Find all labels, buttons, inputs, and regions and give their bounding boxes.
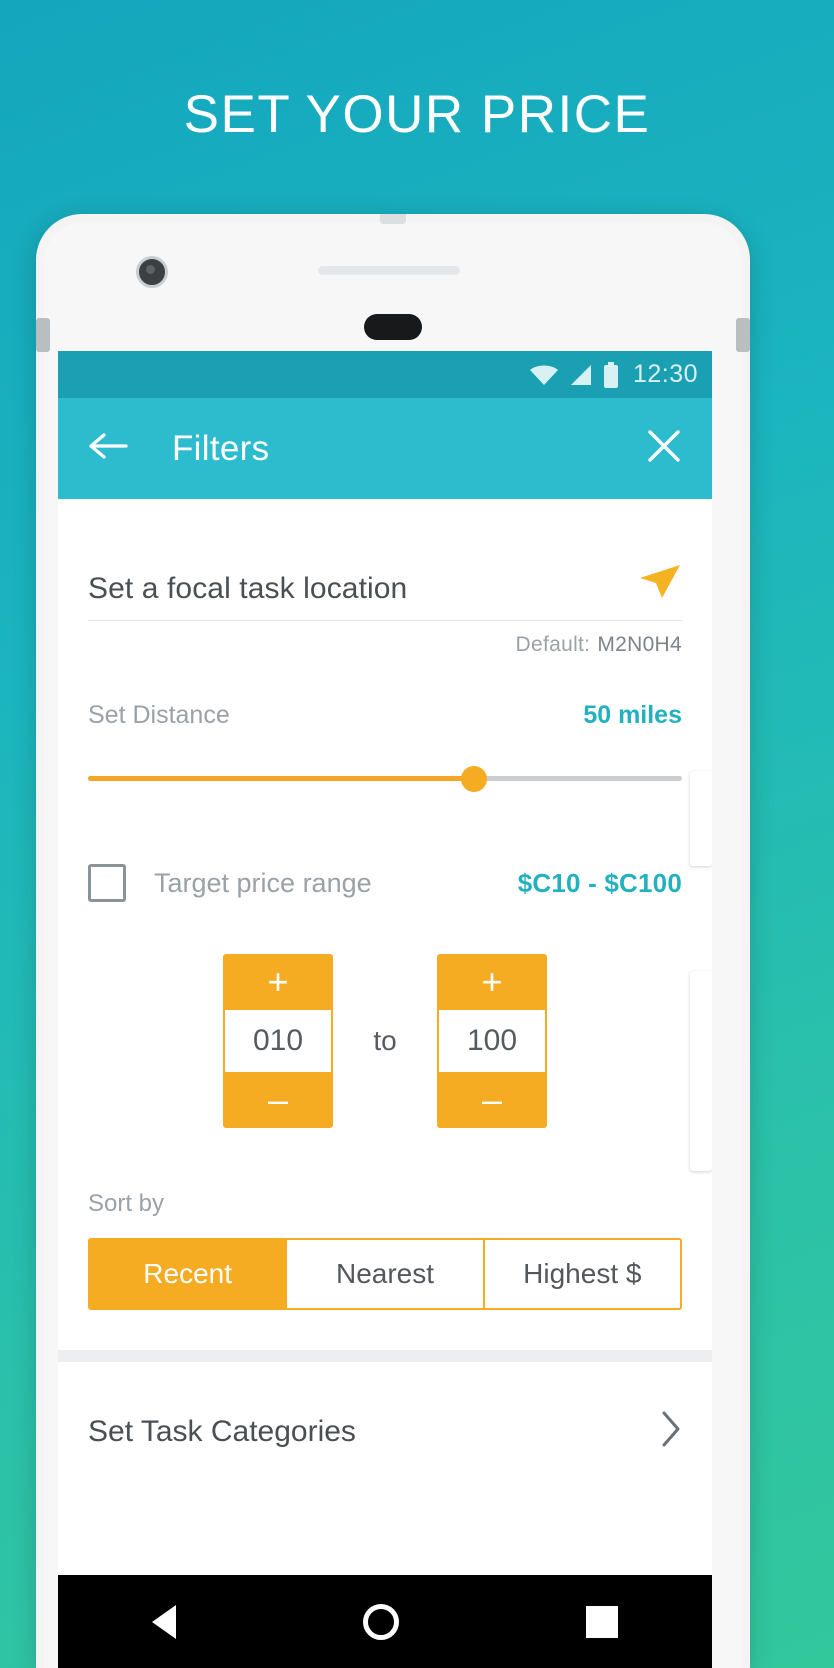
wifi-icon: [529, 364, 559, 386]
price-steppers: + 010 – to + 100 –: [88, 954, 682, 1128]
scrollbar-thumb-upper[interactable]: [690, 771, 712, 866]
nav-recents-square-icon[interactable]: [586, 1605, 619, 1638]
set-task-categories-label: Set Task Categories: [88, 1414, 356, 1448]
target-price-label: Target price range: [154, 867, 372, 898]
front-camera: [136, 256, 168, 288]
filters-card: Set a focal task location Default: M2N0H4…: [58, 499, 712, 1350]
max-price-decrement-button[interactable]: –: [437, 1072, 547, 1128]
set-distance-row: Set Distance 50 miles: [88, 701, 682, 730]
phone-side-marker-left: [36, 318, 50, 352]
target-price-range-row[interactable]: Target price range $C10 - $C100: [88, 864, 682, 902]
target-price-value: $C10 - $C100: [517, 867, 682, 898]
set-distance-value: 50 miles: [583, 701, 682, 729]
sort-option-nearest[interactable]: Nearest: [287, 1240, 485, 1308]
focal-location-row[interactable]: Set a focal task location: [88, 499, 682, 621]
sort-by-segmented-control: Recent Nearest Highest $: [88, 1238, 682, 1310]
default-postal-code: M2N0H4: [597, 633, 682, 656]
min-price-value[interactable]: 010: [223, 1010, 333, 1072]
min-price-stepper: + 010 –: [223, 954, 333, 1128]
filters-content: Set a focal task location Default: M2N0H4…: [58, 499, 712, 1668]
section-spacer: [88, 1310, 682, 1350]
target-price-checkbox[interactable]: [88, 864, 126, 902]
phone-side-marker-right: [736, 318, 750, 352]
back-button[interactable]: [86, 427, 130, 471]
focal-location-label: Set a focal task location: [88, 572, 408, 605]
battery-icon: [603, 361, 619, 388]
phone-mockup: 12:30 Filters Set a focal task location …: [36, 214, 750, 1668]
scrollbar-thumb-lower[interactable]: [690, 971, 712, 1171]
page-title: SET YOUR PRICE: [183, 85, 651, 144]
send-location-icon[interactable]: [636, 561, 682, 606]
set-distance-label: Set Distance: [88, 701, 230, 729]
sort-by-label: Sort by: [88, 1190, 165, 1217]
min-price-increment-button[interactable]: +: [223, 954, 333, 1010]
app-bar: Filters: [58, 398, 712, 499]
status-bar: 12:30: [58, 351, 712, 398]
app-bar-title: Filters: [172, 428, 270, 468]
arrow-left-icon: [88, 432, 128, 465]
phone-screen: 12:30 Filters Set a focal task location …: [58, 351, 712, 1668]
nav-home-circle-icon[interactable]: [362, 1603, 399, 1640]
set-task-categories-row[interactable]: Set Task Categories: [58, 1362, 712, 1453]
android-nav-bar: [58, 1575, 712, 1668]
distance-slider[interactable]: [88, 766, 682, 792]
earpiece-speaker: [318, 266, 460, 275]
max-price-stepper: + 100 –: [437, 954, 547, 1128]
min-price-decrement-button[interactable]: –: [223, 1072, 333, 1128]
default-prefix-label: Default:: [515, 633, 591, 656]
cell-signal-icon: [569, 364, 593, 386]
sort-option-recent[interactable]: Recent: [90, 1240, 288, 1308]
chevron-right-icon: [660, 1410, 682, 1453]
close-button[interactable]: [642, 427, 686, 471]
nav-back-triangle-icon[interactable]: [151, 1604, 176, 1639]
distance-slider-fill: [88, 776, 475, 781]
max-price-increment-button[interactable]: +: [437, 954, 547, 1010]
home-button-pill[interactable]: [364, 314, 422, 340]
price-range-separator: to: [373, 1025, 397, 1056]
phone-top-notch: [380, 214, 406, 224]
distance-slider-thumb[interactable]: [461, 766, 488, 792]
section-divider: [58, 1350, 712, 1362]
focal-location-default: Default: M2N0H4: [88, 621, 682, 657]
sort-option-highest[interactable]: Highest $: [484, 1240, 680, 1308]
max-price-value[interactable]: 100: [437, 1010, 547, 1072]
close-icon: [645, 427, 683, 470]
status-bar-clock: 12:30: [632, 360, 698, 388]
